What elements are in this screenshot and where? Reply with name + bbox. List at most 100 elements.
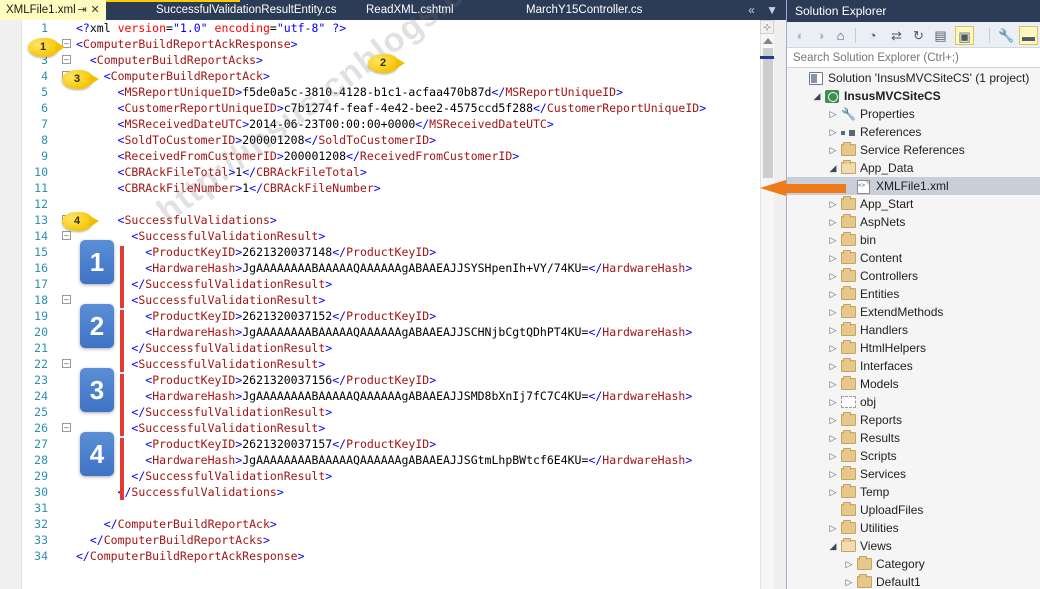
close-tab-icon[interactable]: ✕ [89, 0, 102, 20]
pin-tab-icon[interactable]: ⇥ [76, 0, 89, 20]
chevron-down-icon[interactable]: ◢ [827, 159, 839, 177]
back-icon[interactable]: ◐ [791, 26, 810, 45]
code-line[interactable]: 10 <CBRAckFileTotal>1</CBRAckFileTotal> [0, 164, 764, 180]
code-line[interactable]: 29 </SuccessfulValidationResult> [0, 468, 764, 484]
tree-item[interactable]: ▷ App_Start [787, 195, 1040, 213]
chevron-right-icon[interactable]: ▷ [827, 357, 839, 375]
tree-item[interactable]: ▷ Controllers [787, 267, 1040, 285]
code-line[interactable]: 13– <SuccessfulValidations> [0, 212, 764, 228]
show-all-files-icon[interactable]: ▣ [955, 26, 974, 45]
search-input[interactable] [787, 48, 1040, 67]
tree-item[interactable]: ▷ Results [787, 429, 1040, 447]
tree-item[interactable]: ▷ ExtendMethods [787, 303, 1040, 321]
pending-changes-icon[interactable]: ◔ [863, 26, 882, 45]
code-line[interactable]: 6 <CustomerReportUniqueID>c7b1274f-feaf-… [0, 100, 764, 116]
chevron-right-icon[interactable]: ▷ [843, 573, 855, 589]
code-line[interactable]: 9 <ReceivedFromCustomerID>200001208</Rec… [0, 148, 764, 164]
code-line[interactable]: 22 – <SuccessfulValidationResult> [0, 356, 764, 372]
forward-icon[interactable]: ◑ [811, 26, 830, 45]
code-editor[interactable]: 1 <?xml version="1.0" encoding="utf-8" ?>… [0, 20, 764, 589]
code-line[interactable]: 16 <HardwareHash>JgAAAAAAAABAAAAAQAAAAAA… [0, 260, 764, 276]
chevron-right-icon[interactable]: ▷ [827, 303, 839, 321]
tree-item[interactable]: ▷ Services [787, 465, 1040, 483]
chevron-right-icon[interactable]: ▷ [827, 465, 839, 483]
scroll-up-arrow-icon[interactable] [763, 38, 773, 44]
chevron-right-icon[interactable]: ▷ [827, 105, 839, 123]
chevron-right-icon[interactable]: ▷ [827, 213, 839, 231]
code-line[interactable]: 14 – <SuccessfulValidationResult> [0, 228, 764, 244]
tree-item[interactable]: ▷ Utilities [787, 519, 1040, 537]
chevron-right-icon[interactable]: ▷ [827, 321, 839, 339]
tree-item[interactable]: ◢ Views [787, 537, 1040, 555]
code-fold-toggle[interactable]: – [62, 295, 71, 304]
preview-icon[interactable]: ▬ [1019, 26, 1038, 45]
editor-tab[interactable]: MarchY15Controller.cs [520, 0, 648, 20]
code-line[interactable]: 18 – <SuccessfulValidationResult> [0, 292, 764, 308]
code-line[interactable]: 25 </SuccessfulValidationResult> [0, 404, 764, 420]
chevron-right-icon[interactable]: ▷ [827, 375, 839, 393]
code-line[interactable]: 26 – <SuccessfulValidationResult> [0, 420, 764, 436]
tree-item[interactable]: ▷ Default1 [787, 573, 1040, 589]
chevron-right-icon[interactable]: ▷ [827, 285, 839, 303]
tree-item[interactable]: ▷ Entities [787, 285, 1040, 303]
sync-icon[interactable]: ⇄ [887, 26, 906, 45]
tree-item[interactable]: ▷ Temp [787, 483, 1040, 501]
split-view-handle[interactable]: ⊹ [760, 20, 774, 34]
editor-tab[interactable]: SuccessfulValidationResultEntity.cs [150, 0, 342, 20]
code-line[interactable]: 20 <HardwareHash>JgAAAAAAAABAAAAAQAAAAAA… [0, 324, 764, 340]
tree-item[interactable]: ▷ AspNets [787, 213, 1040, 231]
code-line[interactable]: 32 </ComputerBuildReportAck> [0, 516, 764, 532]
search-solution-explorer[interactable] [787, 48, 1040, 68]
code-line[interactable]: 34 </ComputerBuildReportAckResponse> [0, 548, 764, 564]
home-icon[interactable]: ⌂ [831, 26, 850, 45]
code-line[interactable]: 19 <ProductKeyID>2621320037152</ProductK… [0, 308, 764, 324]
chevron-right-icon[interactable]: ▷ [827, 519, 839, 537]
code-line[interactable]: 8 <SoldToCustomerID>200001208</SoldToCus… [0, 132, 764, 148]
collapse-all-icon[interactable]: ▤ [931, 26, 950, 45]
tree-item[interactable]: ▷ HtmlHelpers [787, 339, 1040, 357]
code-line[interactable]: 15 <ProductKeyID>2621320037148</ProductK… [0, 244, 764, 260]
chevron-down-icon[interactable]: ◢ [811, 87, 823, 105]
code-fold-toggle[interactable]: – [62, 55, 71, 64]
tree-item[interactable]: ▷ bin [787, 231, 1040, 249]
code-line[interactable]: 7 <MSReceivedDateUTC>2014-06-23T00:00:00… [0, 116, 764, 132]
refresh-icon[interactable]: ↻ [909, 26, 928, 45]
tab-overflow-icon[interactable]: « [744, 0, 759, 20]
chevron-right-icon[interactable]: ▷ [827, 339, 839, 357]
tree-item[interactable]: ▷ Service References [787, 141, 1040, 159]
chevron-down-icon[interactable]: ◢ [827, 537, 839, 555]
tree-item[interactable]: ▷ References [787, 123, 1040, 141]
code-line[interactable]: 24 <HardwareHash>JgAAAAAAAABAAAAAQAAAAAA… [0, 388, 764, 404]
tree-item[interactable]: ▷ Interfaces [787, 357, 1040, 375]
tree-item[interactable]: ▷ Models [787, 375, 1040, 393]
code-line[interactable]: 28 <HardwareHash>JgAAAAAAAABAAAAAQAAAAAA… [0, 452, 764, 468]
tree-item[interactable]: ▷ Handlers [787, 321, 1040, 339]
chevron-right-icon[interactable]: ▷ [827, 447, 839, 465]
code-line[interactable]: 5 <MSReportUniqueID>f5de0a5c-3810-4128-b… [0, 84, 764, 100]
solution-tree[interactable]: Solution 'InsusMVCSiteCS' (1 project) ◢ In… [787, 69, 1040, 589]
editor-tab[interactable]: XMLFile1.xml ⇥ ✕ [0, 0, 106, 20]
tree-item-selected[interactable]: XMLFile1.xml [787, 177, 1040, 195]
code-line[interactable]: 30 </SuccessfulValidations> [0, 484, 764, 500]
tree-item[interactable]: ▷ Scripts [787, 447, 1040, 465]
code-line[interactable]: 12 [0, 196, 764, 212]
chevron-right-icon[interactable]: ▷ [827, 393, 839, 411]
code-line[interactable]: 23 <ProductKeyID>2621320037156</ProductK… [0, 372, 764, 388]
code-line[interactable]: 21 </SuccessfulValidationResult> [0, 340, 764, 356]
chevron-right-icon[interactable]: ▷ [827, 141, 839, 159]
chevron-right-icon[interactable]: ▷ [843, 555, 855, 573]
tree-item[interactable]: UploadFiles [787, 501, 1040, 519]
code-line[interactable]: 31 [0, 500, 764, 516]
chevron-right-icon[interactable]: ▷ [827, 411, 839, 429]
code-line[interactable]: 17 </SuccessfulValidationResult> [0, 276, 764, 292]
tree-item[interactable]: ◢ App_Data [787, 159, 1040, 177]
tree-item[interactable]: ◢ InsusMVCSiteCS [787, 87, 1040, 105]
chevron-right-icon[interactable]: ▷ [827, 267, 839, 285]
tab-list-dropdown-icon[interactable]: ▼ [762, 0, 782, 20]
chevron-right-icon[interactable]: ▷ [827, 249, 839, 267]
code-line[interactable]: 33 </ComputerBuildReportAcks> [0, 532, 764, 548]
chevron-right-icon[interactable]: ▷ [827, 195, 839, 213]
code-line[interactable]: 2–<ComputerBuildReportAckResponse> [0, 36, 764, 52]
chevron-right-icon[interactable]: ▷ [827, 429, 839, 447]
chevron-right-icon[interactable]: ▷ [827, 483, 839, 501]
